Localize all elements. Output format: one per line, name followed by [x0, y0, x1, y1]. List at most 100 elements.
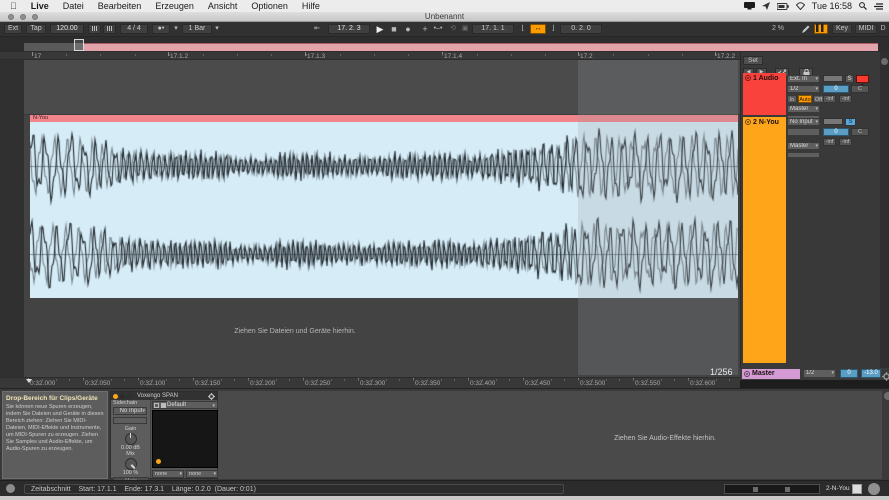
hot-swap-icon[interactable] — [127, 394, 132, 399]
computer-midi-keyboard-button[interactable]: ▌▌ — [814, 24, 828, 34]
loop-start-field[interactable]: 17. 1. 1 — [472, 24, 514, 34]
menu-item-bearbeiten[interactable]: Bearbeiten — [98, 1, 142, 11]
track-2-input-menu[interactable]: No Input▾ — [787, 118, 820, 126]
time-ruler[interactable]: 0:32.0000:32.0500:32.1000:32.1500:32.200… — [0, 377, 740, 388]
overdub-button[interactable]: + — [420, 24, 430, 34]
re-enable-automation-button[interactable]: ⟲ — [448, 24, 458, 34]
menubar-clock[interactable]: Tue 16:58 — [812, 1, 852, 11]
automation-arm-button[interactable]: •–• — [432, 24, 444, 34]
menu-item-hilfe[interactable]: Hilfe — [302, 1, 320, 11]
apple-menu-icon[interactable]:  — [10, 1, 17, 11]
device-title-bar[interactable]: Voxengo SPAN — [111, 392, 217, 400]
sidechain-channel-menu[interactable] — [113, 417, 147, 424]
menu-item-ansicht[interactable]: Ansicht — [208, 1, 238, 11]
time-signature-field[interactable]: 4 / 4 — [120, 24, 148, 34]
scroll-handle-icon[interactable] — [881, 58, 888, 65]
midi-indicator-button[interactable] — [852, 484, 862, 494]
sidechain-input-menu[interactable]: No Input▾ — [113, 407, 147, 415]
insert-marker[interactable] — [26, 379, 32, 383]
track-1-monitor-in[interactable]: In — [787, 95, 797, 103]
mix-knob[interactable] — [125, 458, 137, 470]
track-1-input-channel-menu[interactable]: 1/2▾ — [787, 85, 820, 93]
overview-view-box[interactable] — [74, 39, 84, 51]
ext-sync-button[interactable]: Ext — [4, 24, 22, 34]
track-2-send-a-field[interactable]: -inf — [823, 138, 836, 146]
stop-button[interactable]: ■ — [388, 24, 400, 34]
metronome-button[interactable]: ●• — [152, 24, 170, 34]
panel-scroll-icon[interactable] — [884, 392, 889, 400]
track-1-input-menu[interactable]: Ext. In▾ — [787, 75, 820, 83]
capture-midi-button[interactable]: ▣ — [460, 24, 470, 34]
master-volume-field[interactable]: 0 — [840, 369, 858, 378]
track-1-unfold-icon[interactable] — [745, 75, 751, 81]
arrangement-position-field[interactable]: 17. 2. 3 — [328, 24, 370, 34]
track-2-pan-field[interactable]: C — [851, 128, 869, 136]
track-1-output-menu[interactable]: Master▾ — [787, 105, 820, 113]
arrangement-overview[interactable] — [0, 37, 889, 52]
notification-center-icon[interactable] — [874, 3, 883, 10]
gain-knob[interactable] — [125, 433, 137, 445]
track-2-output-channel[interactable] — [787, 152, 820, 158]
menu-item-erzeugen[interactable]: Erzeugen — [155, 1, 194, 11]
track-1-header[interactable]: 1 Audio — [743, 73, 786, 115]
track-2-output-menu[interactable]: Master▾ — [787, 142, 820, 150]
plugin-preset-menu[interactable]: Default▾ — [152, 401, 218, 409]
quantization-menu-arrow-icon[interactable]: ▾ — [213, 24, 221, 34]
punch-in-button[interactable]: ⌊ — [518, 24, 528, 34]
track-2-send-b-field[interactable]: -inf — [839, 138, 852, 146]
set-locator-button[interactable]: Set — [743, 56, 763, 65]
track-1-monitor-auto[interactable]: Auto — [798, 95, 812, 103]
arrangement-area[interactable]: N-You Ziehen Sie Dateien und Geräte hier… — [0, 60, 740, 377]
nudge-up-button[interactable] — [103, 24, 116, 34]
param-slot-1[interactable]: none▾ — [152, 470, 184, 478]
follow-button[interactable]: ⇤ — [310, 24, 324, 34]
tempo-field[interactable]: 120.00 — [50, 24, 84, 34]
loop-button[interactable]: ↔ — [530, 24, 546, 34]
key-map-button[interactable]: Key — [832, 24, 852, 34]
master-unfold-icon[interactable] — [744, 371, 750, 377]
tap-tempo-button[interactable]: Tap — [26, 24, 46, 34]
track-1-arm-button[interactable] — [856, 75, 869, 83]
loop-length-field[interactable]: 0. 2. 0 — [560, 24, 602, 34]
draw-mode-pencil-icon[interactable] — [800, 24, 812, 34]
mini-keyboard-strip[interactable] — [724, 484, 820, 494]
overview-clip-region[interactable] — [84, 43, 878, 51]
preferences-gear-icon[interactable] — [882, 368, 889, 386]
folder-icon[interactable] — [154, 403, 159, 408]
window-titlebar[interactable]: Unbenannt — [0, 12, 889, 22]
record-button[interactable]: ● — [402, 24, 414, 34]
beat-time-ruler[interactable]: 1717.1.217.1.317.1.417.217.2.2 — [0, 52, 740, 60]
master-output-menu[interactable]: 1/2▾ — [803, 369, 836, 378]
menu-item-optionen[interactable]: Optionen — [251, 1, 288, 11]
track-2-volume-field[interactable]: 0 — [823, 128, 849, 136]
device-on-button[interactable] — [113, 394, 118, 399]
master-pan-field[interactable]: -13.0 — [861, 369, 881, 378]
param-slot-2[interactable]: none▾ — [186, 470, 218, 478]
wifi-icon[interactable] — [796, 2, 805, 10]
track-2-solo-button[interactable]: S — [845, 118, 856, 126]
track-1-send-a-field[interactable]: -inf — [823, 95, 836, 103]
quantization-menu[interactable]: 1 Bar — [182, 24, 212, 34]
track-2-unfold-icon[interactable] — [745, 119, 751, 125]
save-preset-icon[interactable] — [161, 403, 166, 408]
metronome-menu-arrow-icon[interactable]: ▾ — [172, 24, 180, 34]
battery-icon[interactable] — [777, 3, 789, 10]
paper-plane-icon[interactable] — [762, 2, 770, 10]
track-2-input-channel[interactable] — [787, 128, 820, 136]
track-1-solo-button[interactable]: S — [845, 75, 854, 83]
device-chain-area[interactable]: Voxengo SPAN Sidechain No Input▾ Gain 0.… — [110, 391, 882, 479]
track-2-header[interactable]: 2 N-You — [743, 117, 786, 363]
midi-map-button[interactable]: MIDI — [855, 24, 877, 34]
punch-out-button[interactable]: ⌋ — [548, 24, 558, 34]
master-track-header[interactable]: Master — [742, 369, 800, 379]
display-icon[interactable] — [744, 2, 755, 10]
device-fold-icon[interactable] — [120, 394, 125, 399]
menu-item-datei[interactable]: Datei — [63, 1, 84, 11]
track-1-pan-field[interactable]: C — [851, 85, 869, 93]
menu-item-live[interactable]: Live — [31, 1, 49, 11]
spotlight-search-icon[interactable] — [859, 2, 867, 10]
plugin-device[interactable]: Voxengo SPAN Sidechain No Input▾ Gain 0.… — [110, 391, 218, 479]
track-1-send-b-field[interactable]: -inf — [839, 95, 852, 103]
info-view-toggle[interactable] — [6, 484, 15, 493]
track-1-volume-field[interactable]: 0 — [823, 85, 849, 93]
